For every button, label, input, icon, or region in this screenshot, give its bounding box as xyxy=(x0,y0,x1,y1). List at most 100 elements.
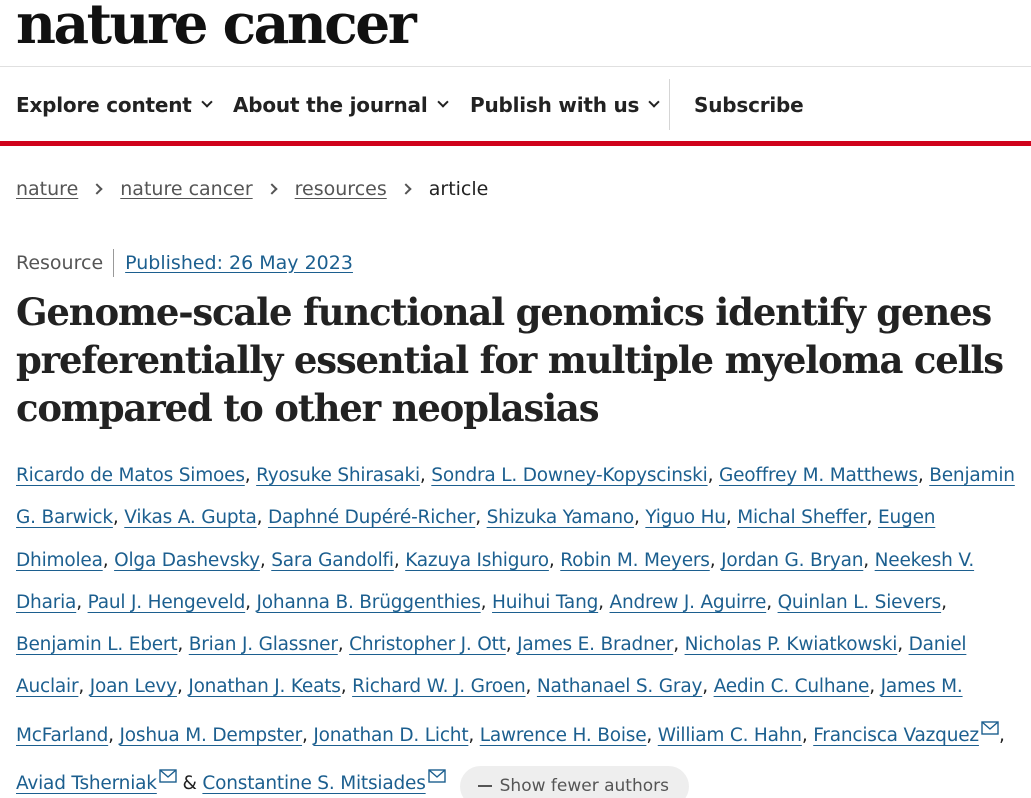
author-separator: , xyxy=(525,676,537,698)
author-separator: , xyxy=(340,676,353,698)
author-separator: , xyxy=(419,465,432,486)
main-nav: Explore content About the journal Publis… xyxy=(0,68,1031,141)
author-separator: , xyxy=(76,591,88,613)
author-link[interactable]: Johanna B. Brüggenthies xyxy=(257,592,481,613)
author-separator: , xyxy=(112,507,125,529)
author-link[interactable]: Aedin C. Culhane xyxy=(714,676,870,697)
author-separator: , xyxy=(480,591,493,613)
author-link[interactable]: Andrew J. Aguirre xyxy=(610,592,767,613)
author-separator: , xyxy=(917,465,930,486)
author-link[interactable]: Nathanael S. Gray xyxy=(537,676,702,697)
author-link[interactable]: Geoffrey M. Matthews xyxy=(719,465,918,486)
article-meta: Resource Published: 26 May 2023 xyxy=(16,248,353,278)
journal-logo[interactable]: nature cancer xyxy=(16,0,417,51)
author-separator: , xyxy=(725,507,738,529)
author-separator: , xyxy=(766,591,778,613)
nav-publish-with-us[interactable]: Publish with us xyxy=(470,68,660,141)
author-separator: , xyxy=(245,591,257,613)
author-separator: , xyxy=(869,676,881,698)
author-link[interactable]: Lawrence H. Boise xyxy=(480,725,647,746)
site-header: nature cancer xyxy=(0,0,1031,67)
author-link[interactable]: Paul J. Hengeveld xyxy=(88,592,246,613)
author-separator: , xyxy=(259,549,272,571)
author-link[interactable]: Jordan G. Bryan xyxy=(721,550,863,571)
author-link[interactable]: Olga Dashevsky xyxy=(114,550,260,571)
breadcrumb-resources[interactable]: resources xyxy=(295,178,387,200)
author-separator: , xyxy=(863,549,875,571)
nav-divider xyxy=(669,79,670,130)
author-link[interactable]: Joshua M. Dempster xyxy=(120,725,303,746)
author-link[interactable]: Robin M. Meyers xyxy=(560,550,710,571)
author-separator: , xyxy=(548,549,561,571)
author-link[interactable]: Michal Sheffer xyxy=(737,507,867,528)
show-fewer-authors-button[interactable]: Show fewer authors xyxy=(459,765,689,798)
breadcrumb-current: article xyxy=(428,178,489,200)
author-link[interactable]: Ricardo de Matos Simoes xyxy=(16,465,245,486)
author-link[interactable]: James E. Bradner xyxy=(517,634,673,655)
published-date[interactable]: Published: 26 May 2023 xyxy=(125,252,353,274)
author-separator: , xyxy=(176,676,189,698)
author-separator: , xyxy=(505,634,518,656)
author-link[interactable]: Christopher J. Ott xyxy=(349,634,506,655)
author-link[interactable]: Brian J. Glassner xyxy=(189,634,338,655)
author-link[interactable]: Huihui Tang xyxy=(492,592,598,613)
author-link[interactable]: Kazuya Ishiguro xyxy=(405,550,549,571)
author-link[interactable]: Ryosuke Shirasaki xyxy=(256,465,420,486)
author-link[interactable]: Daphné Dupéré-Richer xyxy=(268,507,475,528)
author-separator: , xyxy=(468,724,480,746)
author-separator: , xyxy=(633,507,646,529)
author-link[interactable]: Yiguo Hu xyxy=(645,507,726,528)
chevron-down-icon xyxy=(200,95,213,108)
author-separator: , xyxy=(78,676,90,698)
breadcrumb: nature nature cancer resources article xyxy=(16,175,488,203)
author-link[interactable]: Francisca Vazquez xyxy=(813,725,979,746)
author-list: Ricardo de Matos Simoes, Ryosuke Shirasa… xyxy=(16,455,1026,798)
author-link[interactable]: Constantine S. Mitsiades xyxy=(202,773,425,794)
nav-about-journal[interactable]: About the journal xyxy=(233,68,449,141)
author-separator: , xyxy=(102,549,115,571)
chevron-right-icon xyxy=(91,183,103,195)
nav-label: About the journal xyxy=(233,92,428,117)
author-separator: , xyxy=(393,549,406,571)
author-link[interactable]: Vikas A. Gupta xyxy=(124,507,257,528)
author-separator: , xyxy=(998,724,1005,746)
author-link[interactable]: Aviad Tsherniak xyxy=(16,773,157,794)
author-link[interactable]: Sondra L. Downey-Kopyscinski xyxy=(431,465,708,486)
nav-label: Explore content xyxy=(16,92,192,117)
author-separator: , xyxy=(707,465,719,486)
author-separator: & xyxy=(176,773,203,795)
author-separator: , xyxy=(866,507,879,529)
author-separator: , xyxy=(475,507,487,529)
author-separator: , xyxy=(646,724,658,746)
breadcrumb-nature[interactable]: nature xyxy=(16,178,78,200)
author-separator: , xyxy=(598,591,610,613)
chevron-down-icon xyxy=(436,95,449,108)
mail-icon[interactable] xyxy=(159,757,177,798)
author-separator: , xyxy=(177,634,189,656)
nav-explore-content[interactable]: Explore content xyxy=(16,68,213,141)
author-link[interactable]: Jonathan J. Keats xyxy=(188,676,341,697)
author-link[interactable]: William C. Hahn xyxy=(658,725,802,746)
author-separator: , xyxy=(337,634,350,656)
minus-icon xyxy=(477,785,492,788)
author-link[interactable]: Sara Gandolfi xyxy=(271,550,394,571)
mail-icon[interactable] xyxy=(981,709,999,751)
author-link[interactable]: Benjamin L. Ebert xyxy=(16,634,178,655)
author-link[interactable]: Shizuka Yamano xyxy=(487,507,635,528)
show-fewer-label: Show fewer authors xyxy=(499,775,669,796)
author-link[interactable]: Nicholas P. Kwiatkowski xyxy=(685,634,898,655)
article-title: Genome-scale functional genomics identif… xyxy=(16,290,1004,430)
mail-icon[interactable] xyxy=(427,757,446,798)
breadcrumb-nature-cancer[interactable]: nature cancer xyxy=(120,178,252,200)
author-separator: , xyxy=(801,724,814,746)
author-link[interactable]: Richard W. J. Groen xyxy=(352,676,526,697)
author-separator: , xyxy=(673,634,685,656)
author-link[interactable]: Jonathan D. Licht xyxy=(313,725,468,746)
subscribe-link[interactable]: Subscribe xyxy=(694,68,804,141)
chevron-down-icon xyxy=(648,95,660,108)
author-link[interactable]: Quinlan L. Sievers xyxy=(778,592,942,613)
nav-label: Publish with us xyxy=(470,92,640,117)
author-separator: , xyxy=(108,724,120,746)
author-link[interactable]: Joan Levy xyxy=(90,676,177,697)
article-type: Resource xyxy=(16,249,115,277)
